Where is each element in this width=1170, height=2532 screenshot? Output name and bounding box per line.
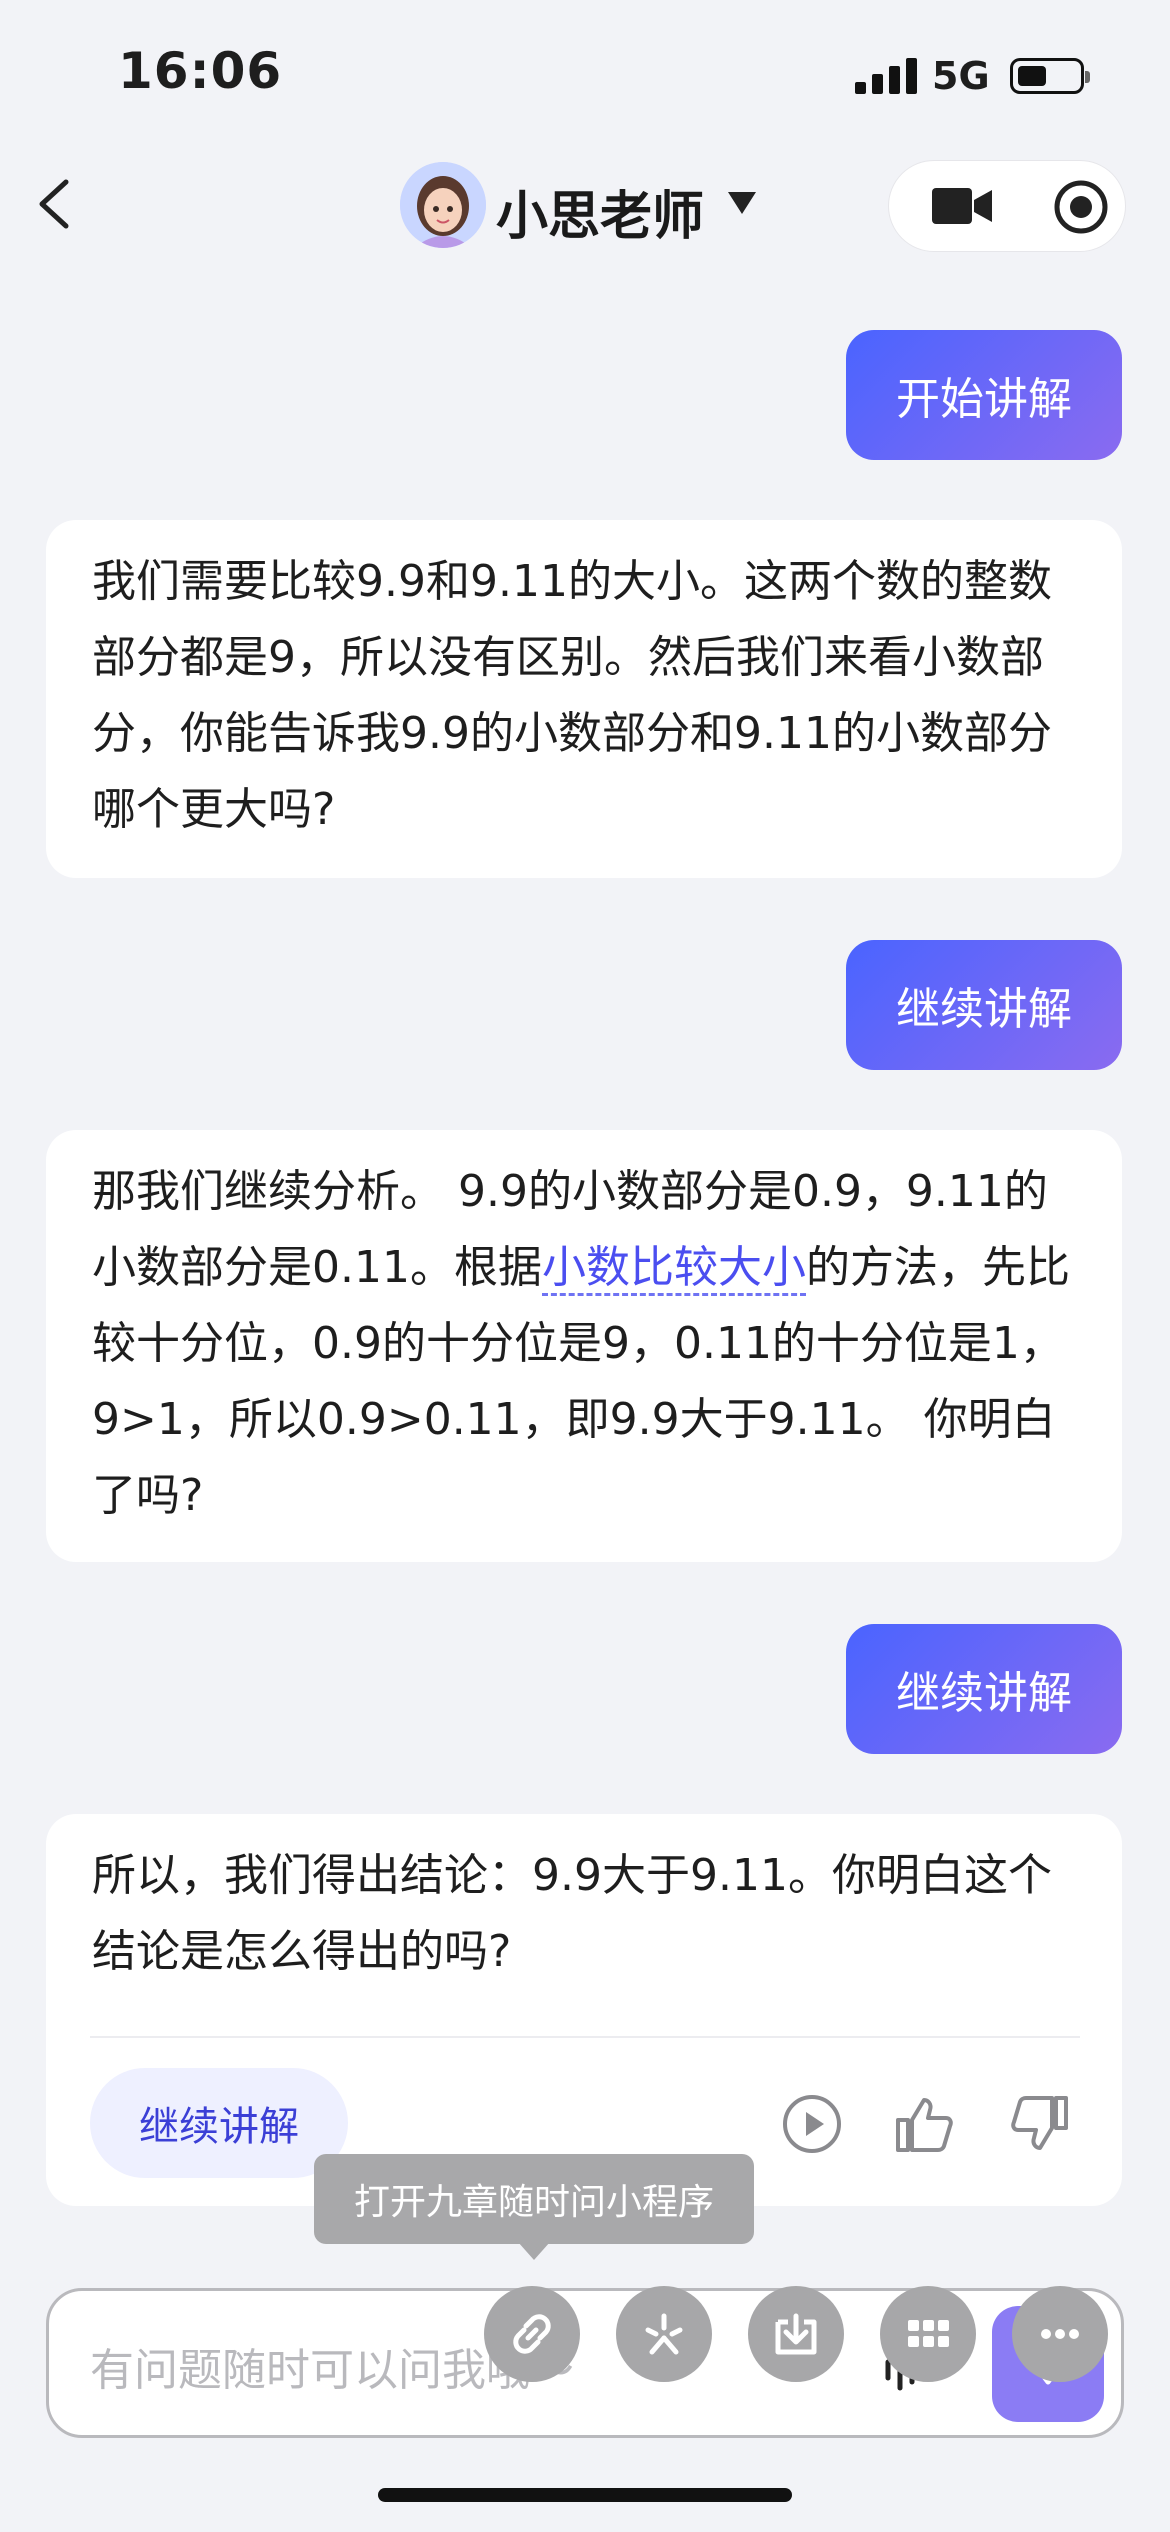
thumbs-up-icon[interactable] [892,2092,956,2156]
signal-icon [855,58,917,94]
download-icon[interactable] [748,2286,844,2382]
assistant-message-text: 所以，我们得出结论：9.9大于9.11。你明白这个结论是怎么得出的吗? [92,1850,1052,1977]
thumbs-down-icon[interactable] [1008,2092,1072,2156]
user-message: 继续讲解 [846,940,1122,1070]
link-icon[interactable] [484,2286,580,2382]
divider [90,2036,1080,2038]
battery-icon [1010,58,1090,94]
assistant-message-text: 我们需要比较9.9和9.11的大小。这两个数的整数部分都是9，所以没有区别。然后… [92,556,1052,835]
tooltip-arrow [518,2242,550,2260]
video-camera-icon[interactable] [928,180,998,232]
caret-down-icon[interactable] [728,192,756,214]
assistant-message: 那我们继续分析。 9.9的小数部分是0.9，9.11的小数部分是0.11。根据小… [46,1130,1122,1562]
network-label: 5G [932,54,990,98]
avatar[interactable] [400,162,486,248]
more-icon[interactable] [1012,2286,1108,2382]
status-time: 16:06 [118,42,283,100]
play-icon[interactable] [780,2092,844,2156]
grid-icon[interactable] [880,2286,976,2382]
assistant-message: 我们需要比较9.9和9.11的大小。这两个数的整数部分都是9，所以没有区别。然后… [46,520,1122,878]
user-message: 开始讲解 [846,330,1122,460]
assistant-message-text: 那我们继续分析。 9.9的小数部分是0.9，9.11的小数部分是0.11。根据小… [92,1154,1082,1534]
knowledge-link[interactable]: 小数比较大小 [541,1242,806,1296]
home-indicator [378,2488,792,2502]
record-icon[interactable] [1052,178,1110,236]
page-title[interactable]: 小思老师 [496,174,704,249]
back-icon[interactable] [28,174,88,234]
continue-suggestion-button[interactable]: 继续讲解 [90,2068,348,2178]
mini-program-tooltip: 打开九章随时问小程序 [314,2154,754,2244]
sparkle-icon[interactable] [616,2286,712,2382]
user-message: 继续讲解 [846,1624,1122,1754]
